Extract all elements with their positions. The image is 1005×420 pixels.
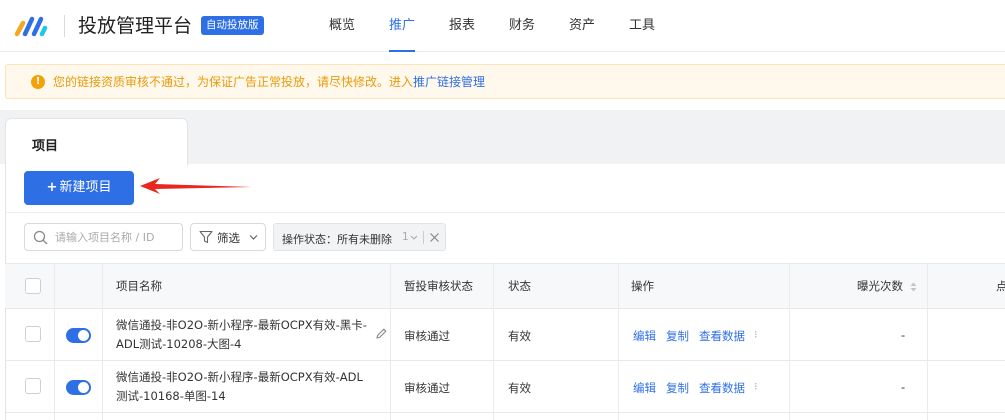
link-review-warning-banner: ! 您的链接资质审核不通过，为保证广告正常投放，请尽快修改。进入推广链接管理 (5, 64, 1005, 99)
close-icon[interactable] (429, 232, 440, 243)
project-name[interactable]: 微信通投-非O2O-新小程序-最新OCPX有效-黑卡-ADL测试-10208-大… (116, 316, 372, 354)
header-status: 状态 (508, 279, 531, 293)
review-status: 审核通过 (404, 329, 450, 343)
nav-assets[interactable]: 资产 (552, 0, 612, 52)
auto-delivery-badge: 自动投放版 (201, 16, 264, 35)
filter-dropdown[interactable]: 筛选 (190, 223, 266, 251)
brand-logo-icon[interactable] (14, 14, 48, 38)
project-name[interactable]: 微信通投-非O2O-新小程序-最新OCPX有效-ADL测试-10168-单图-1… (116, 368, 372, 406)
review-status: 审核通过 (404, 381, 450, 395)
project-toggle-switch[interactable] (66, 380, 91, 395)
annotation-arrow-icon (140, 178, 252, 194)
tab-projects-label: 项目 (32, 139, 59, 154)
project-search-box (24, 223, 183, 251)
more-actions-icon[interactable]: ⁝ (754, 380, 758, 393)
nav-finance[interactable]: 财务 (492, 0, 552, 52)
sort-icon[interactable] (910, 282, 917, 292)
copy-link[interactable]: 复制 (666, 380, 689, 396)
project-search-input[interactable] (55, 227, 179, 247)
filter-count: 1 (402, 231, 409, 243)
row-checkbox[interactable] (25, 326, 41, 342)
edit-link[interactable]: 编辑 (633, 380, 656, 396)
top-navigation-bar: 投放管理平台 自动投放版 概览 推广 报表 财务 资产 工具 (0, 0, 1005, 52)
funnel-icon (199, 230, 213, 244)
header-review-status: 暂投审核状态 (404, 279, 473, 293)
header-divider (64, 15, 65, 37)
new-project-label: 新建项目 (59, 180, 112, 195)
tab-projects[interactable]: 项目 (5, 118, 188, 166)
main-nav: 概览 推广 报表 财务 资产 工具 (312, 0, 672, 52)
app-title: 投放管理平台 (78, 15, 193, 37)
impressions-value: - (901, 380, 906, 394)
header-operations: 操作 (631, 279, 654, 293)
warning-message: 您的链接资质审核不通过，为保证广告正常投放，请尽快修改。进入推广链接管理 (53, 74, 485, 90)
table-header: 项目名称 暂投审核状态 状态 操作 曝光次数 点 (5, 263, 1005, 309)
select-all-checkbox[interactable] (25, 278, 41, 294)
more-actions-icon[interactable]: ⁝ (754, 328, 758, 341)
header-impressions[interactable]: 曝光次数 (857, 264, 903, 308)
row-checkbox[interactable] (25, 378, 41, 394)
operation-status-filter-chip[interactable]: 操作状态：所有未删除 1 (273, 223, 446, 251)
header-clicks: 点 (996, 279, 1005, 293)
search-icon (33, 230, 48, 245)
plus-icon: + (46, 180, 58, 195)
table-row: 微信通投-非O2O-新小程序-最新OCPX有效-黑卡-ADL测试-10208-大… (5, 309, 1005, 361)
view-data-link[interactable]: 查看数据 (699, 328, 745, 344)
view-data-link[interactable]: 查看数据 (699, 380, 745, 396)
nav-promotion[interactable]: 推广 (372, 0, 432, 52)
warning-text: 您的链接资质审核不通过，为保证广告正常投放，请尽快修改。进入 (53, 75, 414, 89)
new-project-button[interactable]: + 新建项目 (24, 171, 134, 205)
project-status: 有效 (508, 329, 531, 343)
chevron-down-icon (410, 235, 418, 240)
nav-tools[interactable]: 工具 (612, 0, 672, 52)
project-toggle-switch[interactable] (66, 328, 91, 343)
promotion-link-management-link[interactable]: 推广链接管理 (413, 75, 485, 89)
nav-overview[interactable]: 概览 (312, 0, 372, 52)
operation-status-label: 操作状态：所有未删除 (282, 233, 392, 246)
table-row: 微信通投-非O2O-新小程序-最新OCPX有效-ADL测试-10168-单图-1… (5, 361, 1005, 413)
header-project-name: 项目名称 (116, 279, 162, 293)
filter-label: 筛选 (217, 231, 240, 245)
copy-link[interactable]: 复制 (666, 328, 689, 344)
warning-icon: ! (31, 75, 45, 89)
nav-reports[interactable]: 报表 (432, 0, 492, 52)
edit-link[interactable]: 编辑 (633, 328, 656, 344)
toolbar-divider (5, 212, 1005, 213)
impressions-value: - (901, 328, 906, 342)
edit-pencil-icon[interactable] (375, 327, 388, 340)
chip-divider (423, 231, 424, 244)
project-status: 有效 (508, 381, 531, 395)
chevron-down-icon (249, 235, 258, 240)
project-table: 项目名称 暂投审核状态 状态 操作 曝光次数 点 微信通投-非O2O-新小程序-… (5, 263, 1005, 420)
